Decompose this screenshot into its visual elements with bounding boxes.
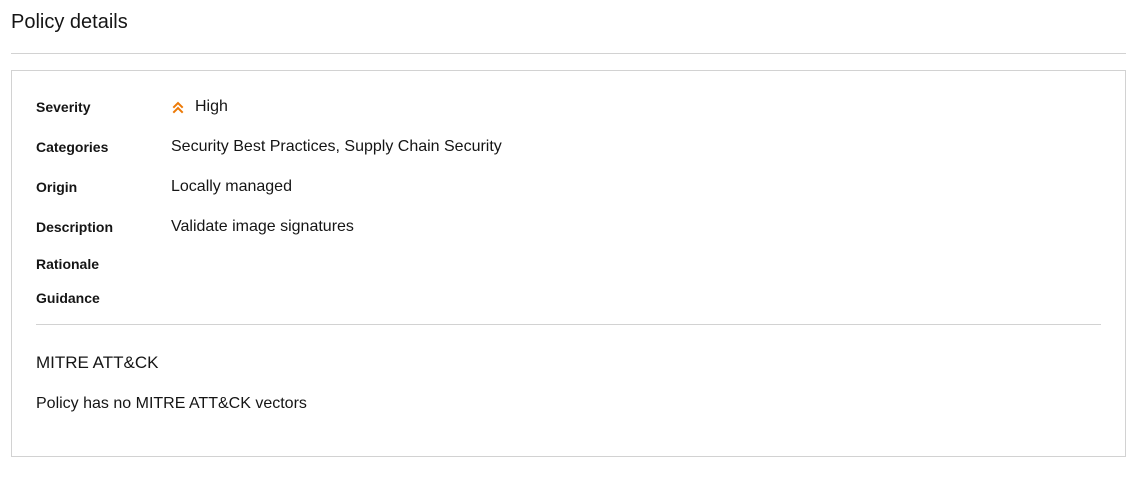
origin-label: Origin bbox=[36, 179, 78, 195]
section-divider bbox=[36, 324, 1101, 325]
rationale-label: Rationale bbox=[36, 256, 100, 272]
policy-details-card: Severity High Categories Security Best P… bbox=[11, 70, 1126, 457]
angle-double-up-icon bbox=[172, 101, 184, 114]
mitre-empty-text: Policy has no MITRE ATT&CK vectors bbox=[36, 395, 307, 412]
guidance-label: Guidance bbox=[36, 290, 100, 306]
categories-value: Security Best Practices, Supply Chain Se… bbox=[171, 138, 502, 155]
severity-value-wrap: High bbox=[171, 96, 228, 121]
severity-value: High bbox=[195, 98, 228, 115]
origin-value: Locally managed bbox=[171, 178, 292, 195]
description-label: Description bbox=[36, 219, 114, 235]
mitre-section-title: MITRE ATT&CK bbox=[36, 353, 159, 372]
title-divider bbox=[11, 53, 1126, 54]
description-value: Validate image signatures bbox=[171, 218, 354, 235]
categories-label: Categories bbox=[36, 139, 109, 155]
severity-label: Severity bbox=[36, 99, 91, 115]
page-title: Policy details bbox=[11, 11, 128, 33]
